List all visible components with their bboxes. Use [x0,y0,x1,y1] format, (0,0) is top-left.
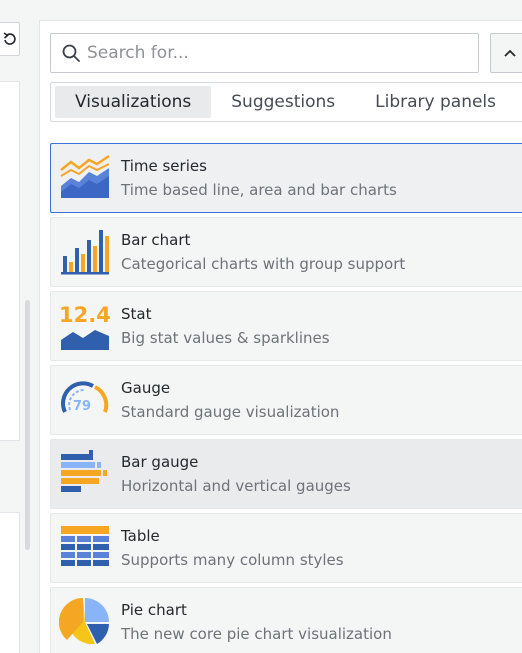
bar-gauge-icon [61,450,107,492]
viz-name: Time series [121,157,207,175]
viz-name: Bar gauge [121,453,199,471]
stat-icon: 12.4 [59,303,111,350]
viz-description: Categorical charts with group support [121,255,406,273]
pie-chart-icon [59,597,109,645]
viz-description: Time based line, area and bar charts [121,181,397,199]
bar-chart-icon [61,230,109,275]
viz-name: Pie chart [121,601,187,619]
viz-description: Supports many column styles [121,551,344,569]
viz-card-pie-chart[interactable]: Pie chart The new core pie chart visuali… [50,587,522,653]
stat-icon-value: 12.4 [59,303,111,327]
viz-card-table[interactable]: Table Supports many column styles [50,513,522,583]
viz-name: Stat [121,305,152,323]
tab-visualizations[interactable]: Visualizations [55,86,212,118]
editor-panel-preview [0,81,20,441]
refresh-button[interactable] [0,22,20,56]
time-series-icon [60,154,110,198]
collapse-picker-button[interactable] [490,33,522,73]
viz-card-bar-chart[interactable]: Bar chart Categorical charts with group … [50,217,522,287]
gauge-icon-value: 79 [73,399,91,414]
viz-card-bar-gauge[interactable]: Bar gauge Horizontal and vertical gauges [50,439,522,509]
viz-card-time-series[interactable]: Time series Time based line, area and ba… [50,143,522,213]
tab-library-panels[interactable]: Library panels [355,86,516,118]
table-icon [61,526,109,566]
visualization-list: Time series Time based line, area and ba… [50,143,522,653]
chevron-up-icon [504,49,516,57]
viz-card-gauge[interactable]: 79 Gauge Standard gauge visualization [50,365,522,435]
viz-name: Gauge [121,379,171,397]
viz-card-stat[interactable]: 12.4 Stat Big stat values & sparklines [50,291,522,361]
editor-area-edge [0,0,30,653]
viz-description: The new core pie chart visualization [121,625,392,643]
editor-panel-query [0,512,20,653]
visualization-picker: Visualizations Suggestions Library panel… [39,20,522,653]
picker-tabs: Visualizations Suggestions Library panel… [50,82,522,122]
viz-name: Bar chart [121,231,191,249]
viz-description: Standard gauge visualization [121,403,340,421]
gauge-icon: 79 [61,381,109,414]
search-field[interactable] [50,33,479,73]
tab-suggestions[interactable]: Suggestions [211,86,355,118]
search-input[interactable] [87,43,467,63]
search-icon [62,44,80,62]
editor-scrollbar[interactable] [25,300,30,550]
refresh-icon [3,32,16,45]
viz-description: Horizontal and vertical gauges [121,477,351,495]
viz-description: Big stat values & sparklines [121,329,330,347]
viz-name: Table [121,527,160,545]
